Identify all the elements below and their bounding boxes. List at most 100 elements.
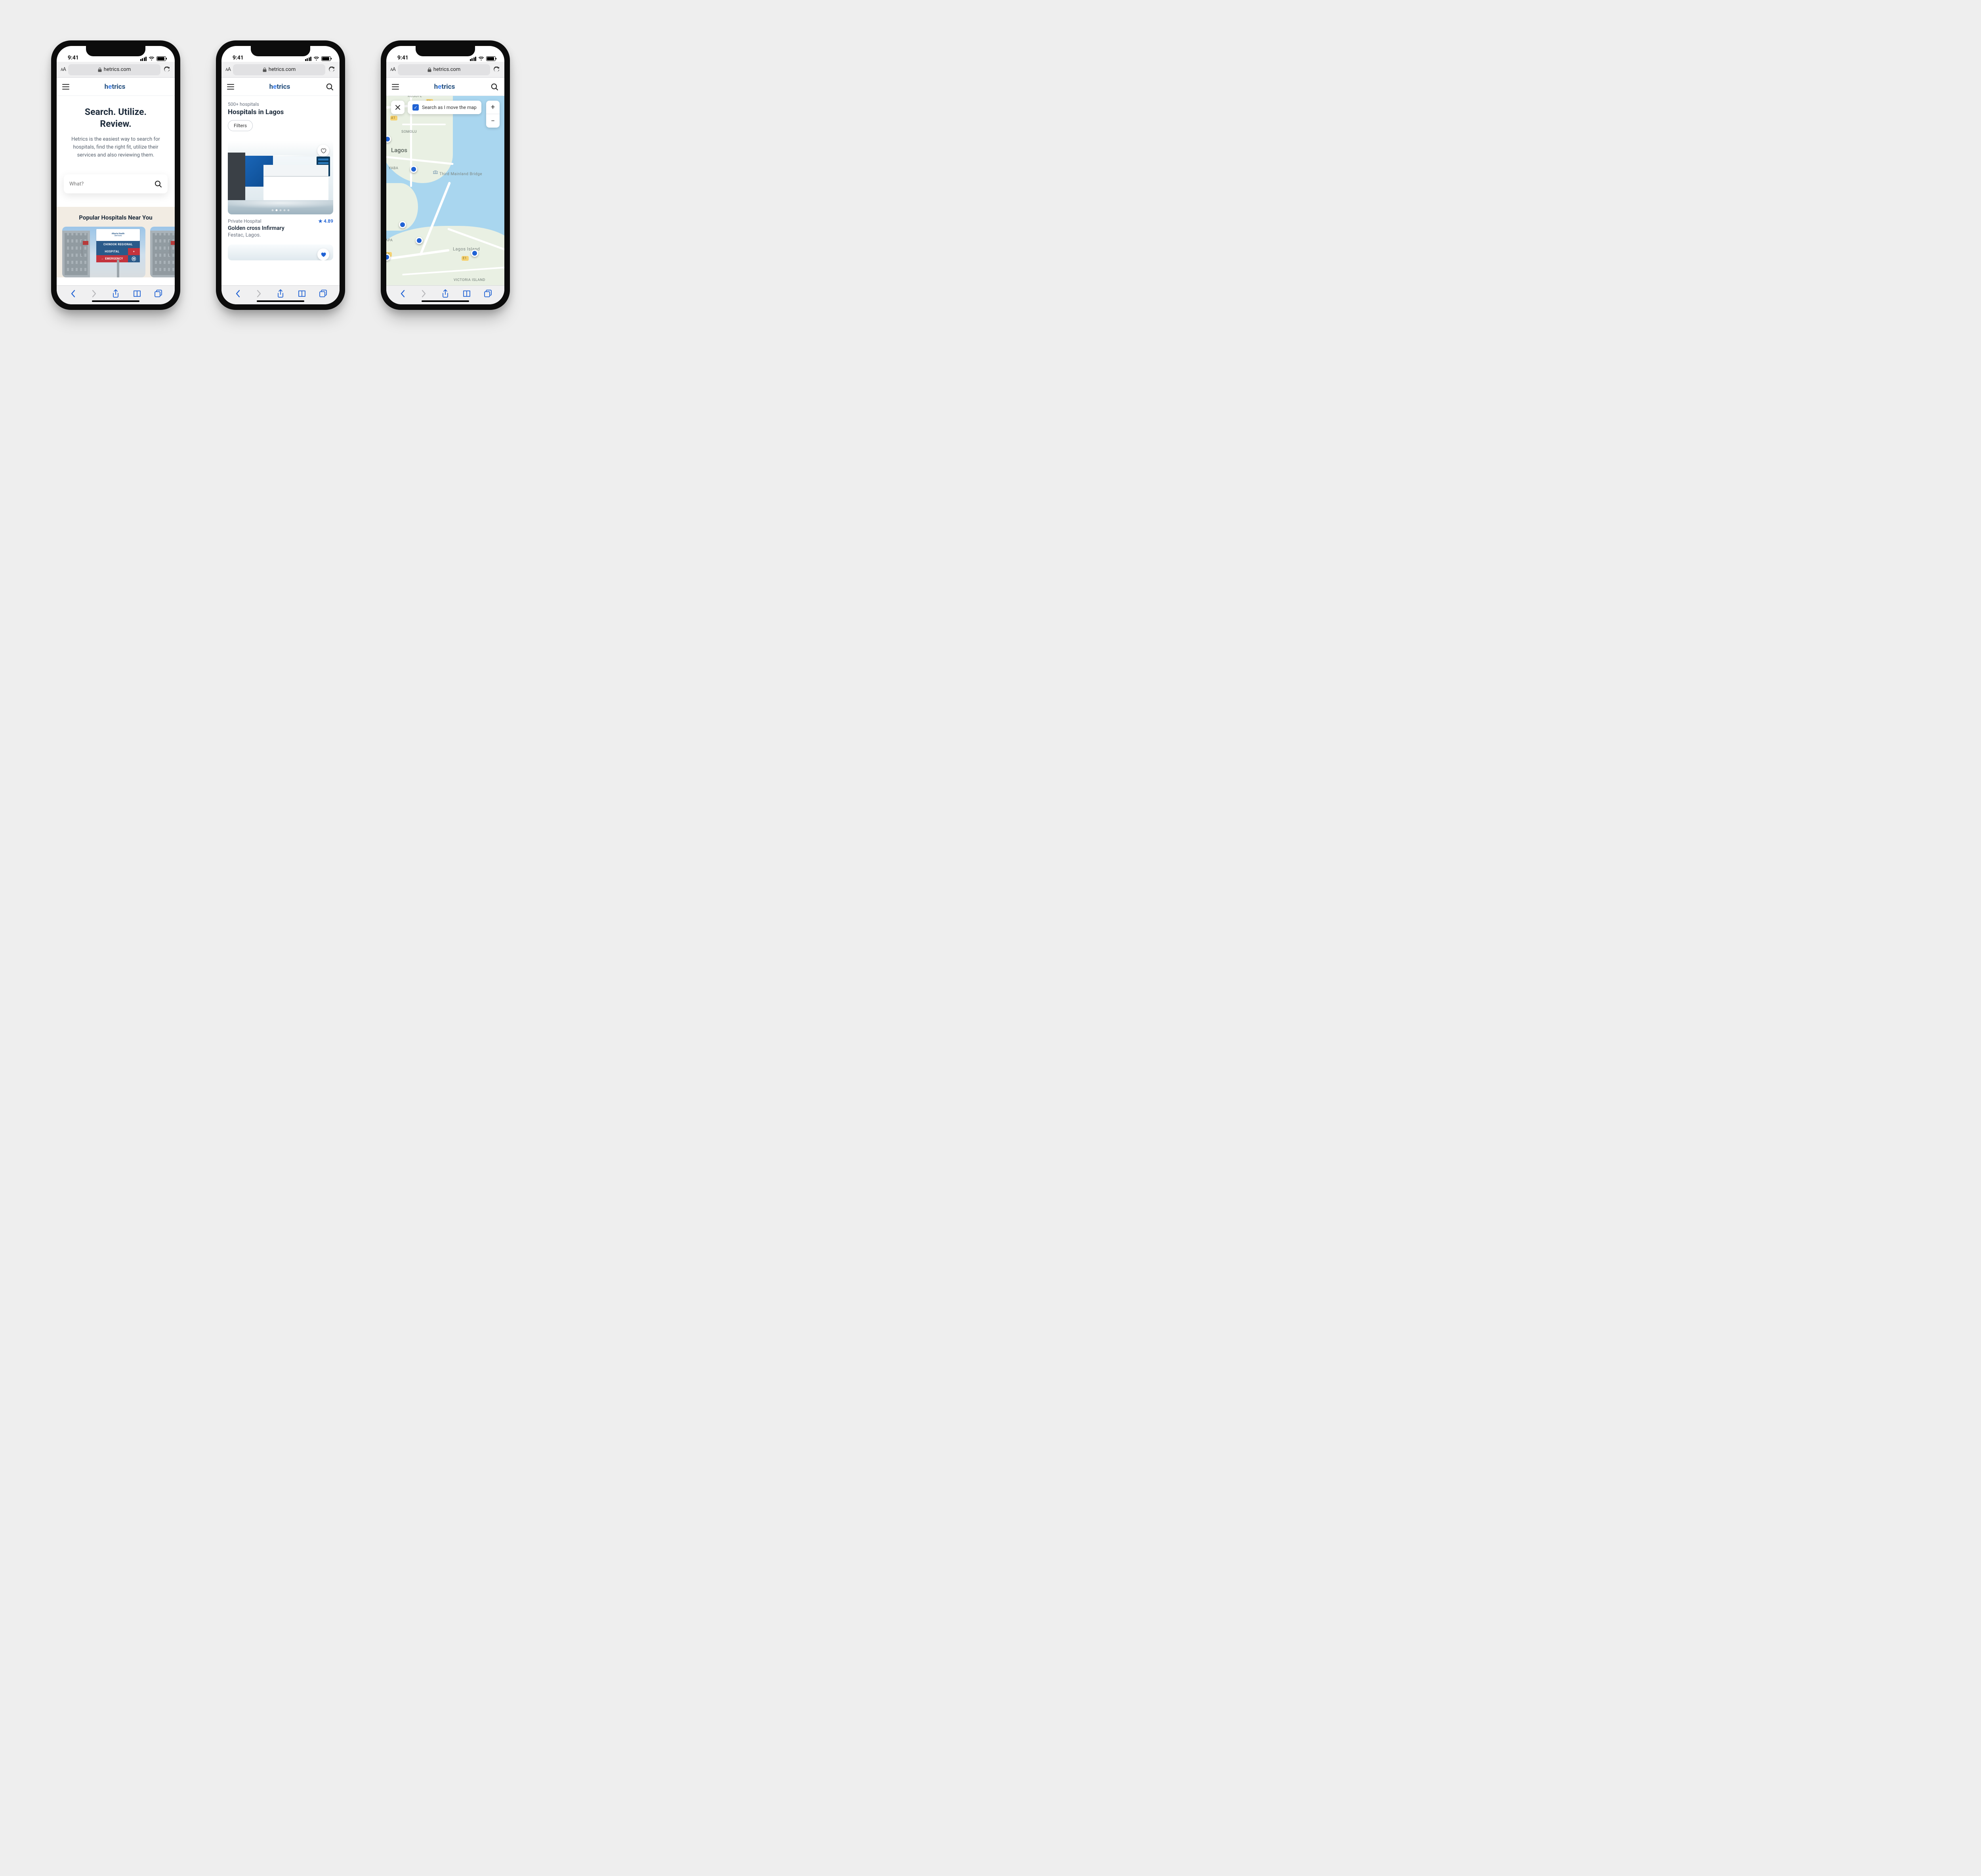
- bookmarks-button[interactable]: [461, 288, 472, 299]
- heart-icon: [320, 147, 326, 154]
- search-bar[interactable]: [64, 174, 168, 193]
- map-search-toggle[interactable]: ✓ Search as I move the map: [408, 101, 481, 114]
- hospital-rating: ★ 4.89: [318, 218, 333, 224]
- battery-icon: [156, 56, 166, 61]
- map-search-label: Search as I move the map: [422, 105, 477, 110]
- lock-icon: [427, 67, 431, 72]
- screen1-content: Search. Utilize. Review. Hetrics is the …: [57, 96, 175, 285]
- share-button[interactable]: [440, 288, 451, 299]
- phone-mockup-2: 9:41 AA hetrics.com hetrics: [216, 40, 345, 310]
- battery-icon: [321, 56, 331, 61]
- bridge-icon: [432, 170, 439, 176]
- popular-heading: Popular Hospitals Near You: [57, 214, 175, 221]
- home-indicator: [92, 300, 139, 302]
- hospital-card[interactable]: [228, 245, 333, 260]
- share-button[interactable]: [275, 288, 286, 299]
- popular-card[interactable]: [150, 227, 175, 277]
- refresh-button[interactable]: [328, 66, 336, 74]
- favorite-button[interactable]: [317, 248, 329, 260]
- cellular-icon: [140, 57, 147, 61]
- url-field[interactable]: hetrics.com: [398, 64, 490, 75]
- lock-icon: [98, 67, 102, 72]
- bookmarks-button[interactable]: [132, 288, 143, 299]
- favorite-button[interactable]: [317, 145, 329, 157]
- hero-title: Search. Utilize. Review.: [65, 106, 166, 130]
- text-size-button[interactable]: AA: [61, 67, 66, 73]
- device-notch: [416, 46, 475, 56]
- zoom-out-button[interactable]: −: [486, 114, 500, 128]
- home-indicator: [257, 300, 304, 302]
- map-close-button[interactable]: [391, 101, 405, 114]
- zoom-in-button[interactable]: +: [486, 101, 500, 114]
- checkbox-checked-icon: ✓: [412, 104, 419, 111]
- map-pin[interactable]: [471, 250, 478, 257]
- back-button[interactable]: [232, 288, 243, 299]
- url-text: hetrics.com: [269, 67, 296, 73]
- hospital-name: Golden cross Infirmary: [228, 225, 333, 231]
- heart-icon: [320, 251, 326, 258]
- app-header: hetrics: [221, 78, 340, 96]
- hospital-card[interactable]: Private Hospital ★ 4.89 Golden cross Inf…: [228, 141, 333, 238]
- map-label: SOMOLU: [401, 130, 417, 134]
- map-canvas[interactable]: KOSOFE Oworonshoki SOMOLU Lagos YABA Thi…: [386, 96, 504, 285]
- close-icon: [395, 105, 401, 110]
- forward-button[interactable]: [254, 288, 265, 299]
- map-pin[interactable]: [416, 237, 423, 244]
- map-label: KOSOFE: [408, 96, 422, 98]
- device-notch: [86, 46, 145, 56]
- phone-mockup-1: 9:41 AA hetrics.com hetrics: [51, 40, 180, 310]
- text-size-button[interactable]: AA: [390, 67, 395, 73]
- status-time: 9:41: [397, 55, 408, 61]
- popular-card[interactable]: Alberta HealthServices CHINOOK REGIONAL …: [62, 227, 145, 277]
- brand-logo[interactable]: hetrics: [105, 83, 126, 91]
- carousel-dots[interactable]: [272, 209, 290, 211]
- tabs-button[interactable]: [483, 288, 494, 299]
- tabs-button[interactable]: [318, 288, 329, 299]
- popular-section: Popular Hospitals Near You Alberta Healt…: [57, 207, 175, 277]
- bookmarks-button[interactable]: [296, 288, 307, 299]
- menu-button[interactable]: [392, 84, 399, 90]
- url-field[interactable]: hetrics.com: [68, 64, 160, 75]
- text-size-button[interactable]: AA: [225, 67, 231, 73]
- safari-address-bar: AA hetrics.com: [386, 62, 504, 78]
- cellular-icon: [305, 57, 312, 61]
- safari-address-bar: AA hetrics.com: [221, 62, 340, 78]
- brand-logo[interactable]: hetrics: [434, 83, 455, 91]
- tabs-button[interactable]: [153, 288, 164, 299]
- forward-button[interactable]: [418, 288, 429, 299]
- map-zoom-controls: + −: [486, 101, 500, 128]
- road-badge: A1: [391, 116, 395, 120]
- menu-button[interactable]: [62, 84, 69, 90]
- url-field[interactable]: hetrics.com: [233, 64, 325, 75]
- back-button[interactable]: [397, 288, 408, 299]
- share-button[interactable]: [110, 288, 121, 299]
- road-badge: E1: [463, 256, 467, 260]
- wifi-icon: [313, 57, 319, 61]
- results-count: 500+ hospitals: [228, 101, 333, 107]
- map-pin[interactable]: [399, 221, 406, 228]
- map-label: Third Mainland Bridge: [439, 172, 482, 176]
- search-button[interactable]: [325, 82, 334, 91]
- lock-icon: [263, 67, 267, 72]
- forward-button[interactable]: [89, 288, 100, 299]
- url-text: hetrics.com: [104, 67, 131, 73]
- results-title: Hospitals in Lagos: [228, 108, 333, 116]
- map-label: Lagos: [391, 147, 407, 154]
- safari-address-bar: AA hetrics.com: [57, 62, 175, 78]
- filters-button[interactable]: Filters: [228, 120, 253, 131]
- refresh-button[interactable]: [492, 66, 500, 74]
- status-time: 9:41: [68, 55, 79, 61]
- map-pin[interactable]: [410, 166, 417, 173]
- map-label: YABA: [389, 166, 398, 170]
- hospital-image: [228, 141, 333, 214]
- search-button[interactable]: [490, 82, 499, 91]
- status-time: 9:41: [233, 55, 244, 61]
- device-notch: [251, 46, 310, 56]
- back-button[interactable]: [67, 288, 78, 299]
- search-input[interactable]: [69, 181, 154, 187]
- hospital-type: Private Hospital: [228, 218, 261, 224]
- app-header: hetrics: [57, 78, 175, 96]
- brand-logo[interactable]: hetrics: [269, 83, 290, 91]
- refresh-button[interactable]: [163, 66, 171, 74]
- menu-button[interactable]: [227, 84, 234, 90]
